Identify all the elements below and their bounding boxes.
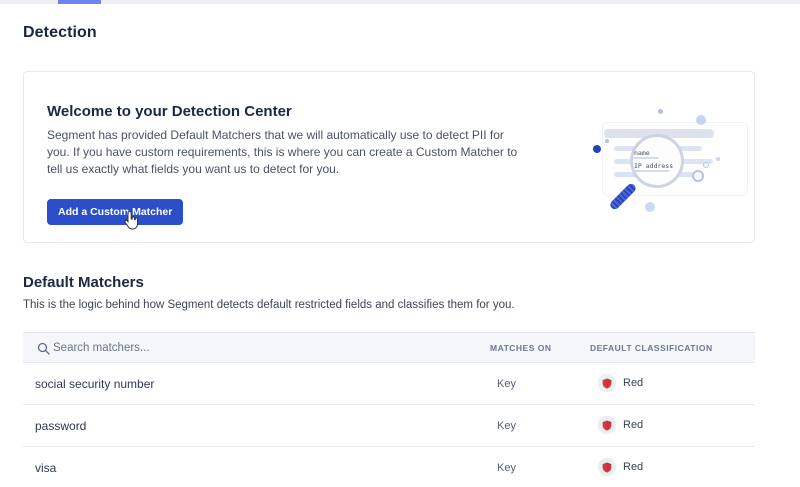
welcome-card-description: Segment has provided Default Matchers th… bbox=[47, 127, 521, 178]
illustration-underline bbox=[633, 157, 659, 159]
welcome-card: Welcome to your Detection Center Segment… bbox=[23, 71, 755, 243]
matcher-name: password bbox=[35, 419, 86, 433]
matcher-matches-on: Key bbox=[497, 420, 516, 432]
active-tab-underline bbox=[58, 0, 101, 4]
classification-cell: Red bbox=[598, 416, 643, 434]
table-row[interactable]: visa Key Red bbox=[23, 447, 755, 487]
default-matchers-description: This is the logic behind how Segment det… bbox=[23, 299, 515, 311]
matcher-name: visa bbox=[35, 461, 56, 475]
decorative-dot bbox=[658, 109, 663, 114]
decorative-ring bbox=[703, 162, 709, 168]
shield-icon bbox=[602, 420, 612, 431]
decorative-dot bbox=[645, 202, 655, 212]
column-header-matches-on: MATCHES ON bbox=[490, 343, 552, 353]
top-tab-strip bbox=[0, 0, 800, 4]
matchers-table: MATCHES ON DEFAULT CLASSIFICATION social… bbox=[23, 332, 755, 487]
column-header-default-classification: DEFAULT CLASSIFICATION bbox=[590, 343, 713, 353]
search-icon bbox=[37, 342, 50, 355]
welcome-card-title: Welcome to your Detection Center bbox=[47, 103, 292, 120]
add-custom-matcher-button[interactable]: Add a Custom Matcher bbox=[47, 199, 183, 225]
classification-label: Red bbox=[623, 377, 643, 389]
classification-chip bbox=[598, 374, 616, 392]
detection-illustration: name IP address bbox=[584, 105, 756, 223]
shield-icon bbox=[602, 462, 612, 473]
search-matchers-input[interactable] bbox=[53, 333, 353, 362]
classification-cell: Red bbox=[598, 458, 643, 476]
page-title: Detection bbox=[23, 24, 97, 42]
decorative-dot bbox=[696, 115, 706, 125]
classification-chip bbox=[598, 458, 616, 476]
decorative-ring bbox=[692, 170, 704, 182]
classification-label: Red bbox=[623, 461, 643, 473]
decorative-dot bbox=[593, 145, 601, 153]
decorative-dot bbox=[605, 139, 609, 143]
table-row[interactable]: social security number Key Red bbox=[23, 363, 755, 405]
classification-cell: Red bbox=[598, 374, 643, 392]
matchers-table-header: MATCHES ON DEFAULT CLASSIFICATION bbox=[23, 332, 755, 363]
table-row[interactable]: password Key Red bbox=[23, 405, 755, 447]
default-matchers-title: Default Matchers bbox=[23, 274, 144, 291]
illustration-underline bbox=[633, 170, 669, 172]
shield-icon bbox=[602, 378, 612, 389]
matcher-matches-on: Key bbox=[497, 462, 516, 474]
classification-chip bbox=[598, 416, 616, 434]
matcher-matches-on: Key bbox=[497, 378, 516, 390]
magnifying-glass-icon bbox=[630, 134, 684, 188]
matcher-name: social security number bbox=[35, 377, 154, 391]
classification-label: Red bbox=[623, 419, 643, 431]
decorative-dot bbox=[716, 157, 720, 161]
illustration-label-ip: IP address bbox=[634, 162, 673, 170]
illustration-label-name: name bbox=[634, 149, 650, 157]
